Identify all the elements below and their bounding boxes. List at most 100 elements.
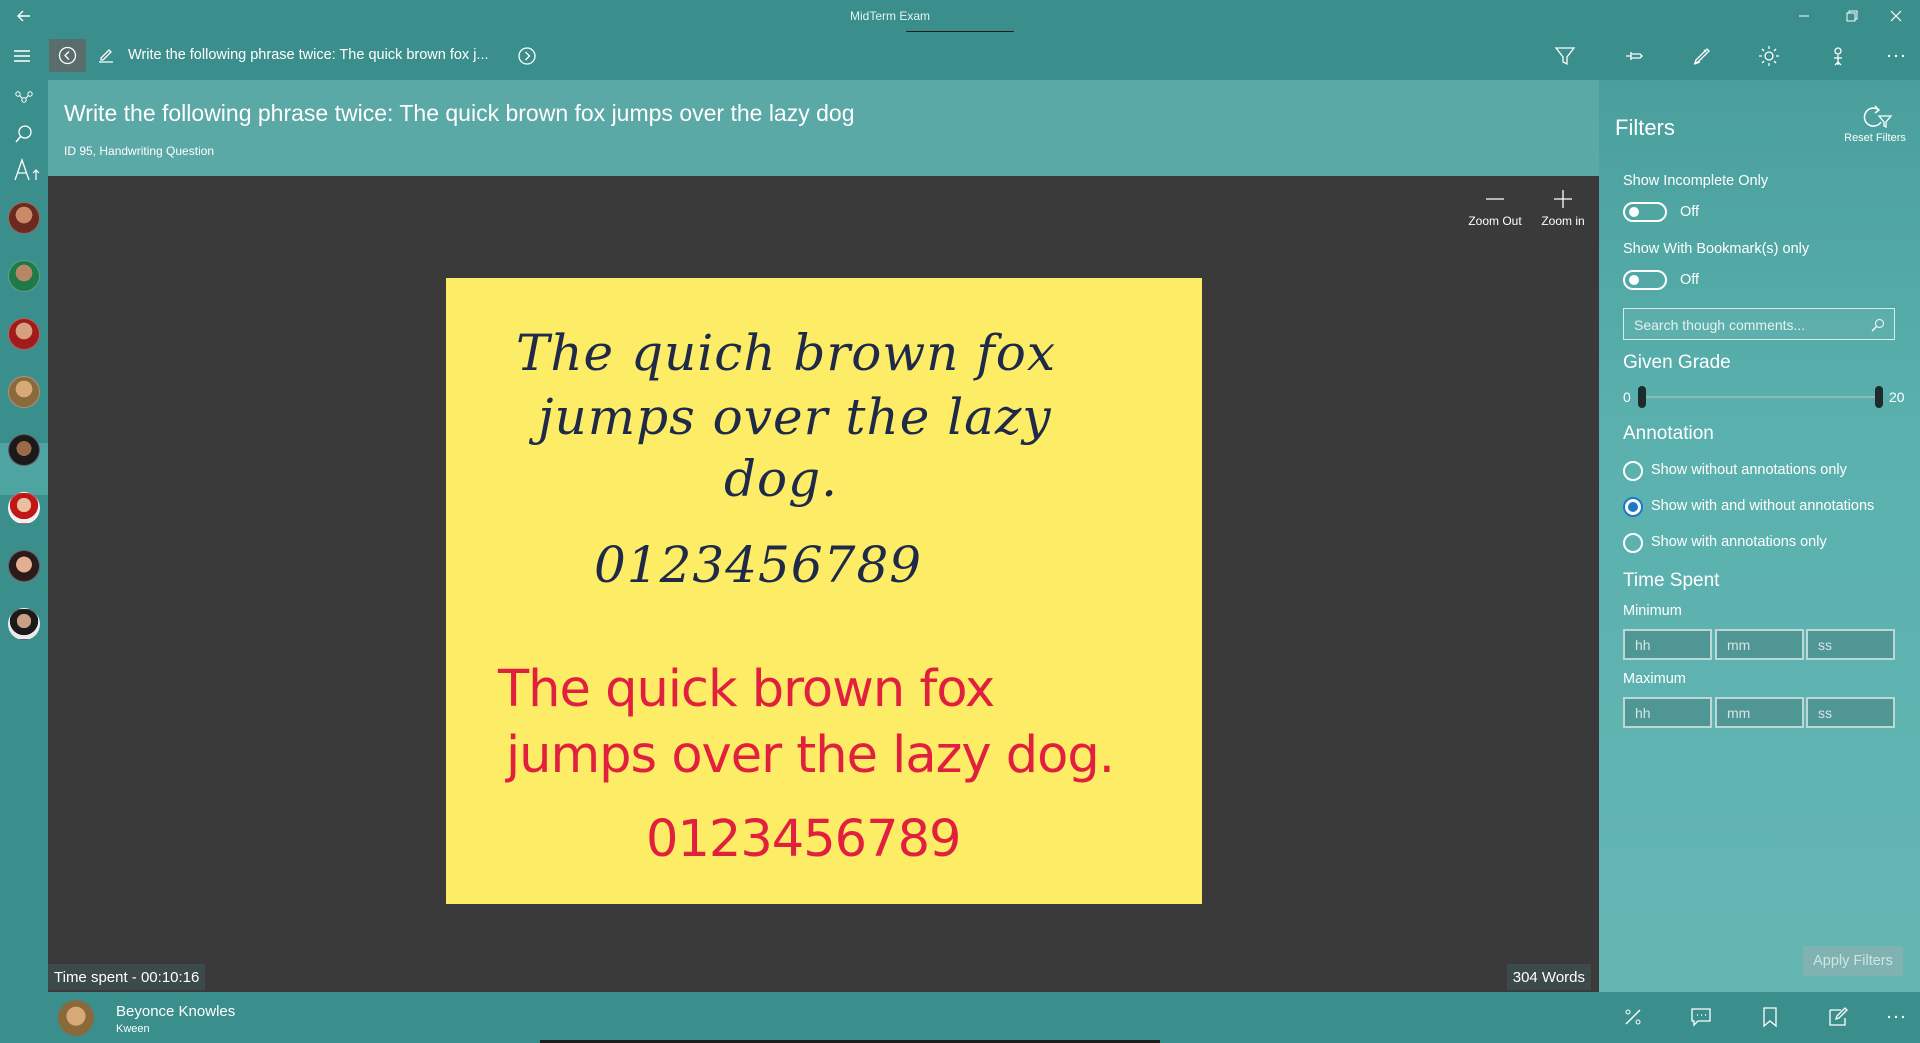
red-handwriting-line-1: The quick brown fox xyxy=(498,660,995,719)
student-avatar-6[interactable] xyxy=(8,492,40,524)
min-minutes-input[interactable]: mm xyxy=(1715,629,1804,660)
search-placeholder: Search though comments... xyxy=(1634,317,1806,333)
reset-filters-button[interactable]: Reset Filters xyxy=(1835,104,1915,144)
max-hours-placeholder: hh xyxy=(1635,705,1651,721)
filters-panel: Filters Reset Filters Show Incomplete On… xyxy=(1599,80,1920,992)
min-seconds-input[interactable]: ss xyxy=(1806,629,1895,660)
pin-icon[interactable] xyxy=(1622,44,1646,68)
red-handwriting-line-2: jumps over the lazy dog. xyxy=(506,726,1115,785)
grade-min-value: 0 xyxy=(1623,389,1631,405)
annotation-heading: Annotation xyxy=(1623,423,1714,444)
radio-with-annotations[interactable] xyxy=(1623,533,1643,553)
maximum-label: Maximum xyxy=(1623,671,1686,687)
min-minutes-placeholder: mm xyxy=(1727,637,1751,653)
minimum-label: Minimum xyxy=(1623,603,1682,619)
search-icon[interactable] xyxy=(12,122,36,146)
zoom-out-label: Zoom Out xyxy=(1468,214,1522,228)
time-spent-heading: Time Spent xyxy=(1623,570,1720,591)
max-seconds-input[interactable]: ss xyxy=(1806,697,1895,728)
question-title: Write the following phrase twice: The qu… xyxy=(64,100,855,126)
next-question-icon[interactable] xyxy=(516,45,538,67)
handwriting-image: The quich brown fox jumps over the lazy … xyxy=(446,278,1202,904)
max-seconds-placeholder: ss xyxy=(1818,705,1832,721)
title-bar: MidTerm Exam xyxy=(0,0,1920,43)
time-spent-label: Time spent - 00:10:16 xyxy=(48,964,206,990)
zoom-in-button[interactable]: Zoom in xyxy=(1531,188,1595,228)
reset-filter-icon xyxy=(1863,105,1893,129)
edit-icon[interactable] xyxy=(96,46,116,66)
student-name: Beyonce Knowles xyxy=(116,1003,236,1020)
question-header: Write the following phrase twice: The qu… xyxy=(48,80,1599,176)
student-subtitle: Kween xyxy=(116,1023,150,1035)
minus-icon xyxy=(1486,198,1504,200)
student-avatar-1[interactable] xyxy=(8,202,40,234)
grade-max-value: 20 xyxy=(1889,389,1905,405)
red-handwriting-line-3: 0123456789 xyxy=(646,810,961,869)
given-grade-heading: Given Grade xyxy=(1623,352,1731,373)
incomplete-toggle[interactable] xyxy=(1623,202,1667,222)
grade-slider-track[interactable] xyxy=(1643,396,1879,398)
incomplete-toggle-state: Off xyxy=(1680,204,1700,220)
grade-min-thumb[interactable] xyxy=(1638,386,1646,408)
user-rank-icon[interactable] xyxy=(1826,44,1850,68)
student-avatar-2[interactable] xyxy=(8,260,40,292)
question-title-short: Write the following phrase twice: The qu… xyxy=(128,47,489,63)
radio-without-annotations[interactable] xyxy=(1623,461,1643,481)
sort-font-icon[interactable] xyxy=(12,158,42,182)
max-minutes-input[interactable]: mm xyxy=(1715,697,1804,728)
plus-icon xyxy=(1554,190,1572,208)
max-hours-input[interactable]: hh xyxy=(1623,697,1712,728)
student-avatar-5[interactable] xyxy=(8,434,40,466)
filter-icon[interactable] xyxy=(1553,44,1577,68)
radio-without-annotations-label[interactable]: Show without annotations only xyxy=(1651,462,1847,478)
radio-with-and-without-annotations[interactable] xyxy=(1623,497,1643,517)
percent-icon[interactable] xyxy=(1621,1005,1645,1029)
blue-handwriting-line-4: 0123456789 xyxy=(594,536,923,594)
filters-title: Filters xyxy=(1615,115,1675,140)
min-seconds-placeholder: ss xyxy=(1818,637,1832,653)
grade-max-thumb[interactable] xyxy=(1875,386,1883,408)
answer-viewer: Zoom Out Zoom in The quich brown fox jum… xyxy=(48,176,1599,992)
question-meta: ID 95, Handwriting Question xyxy=(64,144,215,158)
search-icon[interactable] xyxy=(1870,317,1886,333)
close-icon[interactable] xyxy=(1886,6,1906,26)
zoom-out-button[interactable]: Zoom Out xyxy=(1463,188,1527,228)
bottom-bar: Beyonce Knowles Kween xyxy=(0,992,1920,1043)
window-title: MidTerm Exam xyxy=(849,9,930,23)
radio-with-annotations-label[interactable]: Show with annotations only xyxy=(1651,534,1827,550)
blue-handwriting-line-1: The quich brown fox xyxy=(516,324,1057,382)
comment-search-input[interactable]: Search though comments... xyxy=(1623,308,1895,340)
word-count-label: 304 Words xyxy=(1506,964,1591,990)
blue-handwriting-line-2: jumps over the lazy xyxy=(538,388,1052,446)
student-avatar-4[interactable] xyxy=(8,376,40,408)
previous-question-button[interactable] xyxy=(49,39,86,72)
bookmark-label: Show With Bookmark(s) only xyxy=(1623,241,1810,257)
group-icon[interactable] xyxy=(12,86,36,110)
zoom-in-label: Zoom in xyxy=(1541,214,1585,228)
radio-with-and-without-annotations-label[interactable]: Show with and without annotations xyxy=(1651,498,1874,514)
bookmark-icon[interactable] xyxy=(1758,1005,1782,1029)
comment-icon[interactable] xyxy=(1689,1005,1713,1029)
student-avatar-7[interactable] xyxy=(8,550,40,582)
brightness-icon[interactable] xyxy=(1757,44,1781,68)
student-avatar xyxy=(58,1000,94,1036)
min-hours-input[interactable]: hh xyxy=(1623,629,1712,660)
min-hours-placeholder: hh xyxy=(1635,637,1651,653)
student-avatar-3[interactable] xyxy=(8,318,40,350)
apply-filters-button[interactable]: Apply Filters xyxy=(1803,946,1903,976)
left-rail xyxy=(0,80,48,992)
toolbar: Write the following phrase twice: The qu… xyxy=(0,32,1920,80)
pen-icon[interactable] xyxy=(1690,44,1714,68)
max-minutes-placeholder: mm xyxy=(1727,705,1751,721)
bookmark-toggle[interactable] xyxy=(1623,270,1667,290)
restore-icon[interactable] xyxy=(1842,6,1862,26)
minimize-icon[interactable] xyxy=(1794,6,1814,26)
more-icon[interactable] xyxy=(1884,44,1908,68)
hamburger-menu-icon[interactable] xyxy=(12,46,32,66)
edit-note-icon[interactable] xyxy=(1826,1005,1850,1029)
blue-handwriting-line-3: dog. xyxy=(724,450,839,508)
chevron-left-circle-icon xyxy=(58,46,77,65)
incomplete-label: Show Incomplete Only xyxy=(1623,173,1769,189)
student-avatar-8[interactable] xyxy=(8,608,40,640)
more-icon[interactable] xyxy=(1884,1005,1908,1029)
